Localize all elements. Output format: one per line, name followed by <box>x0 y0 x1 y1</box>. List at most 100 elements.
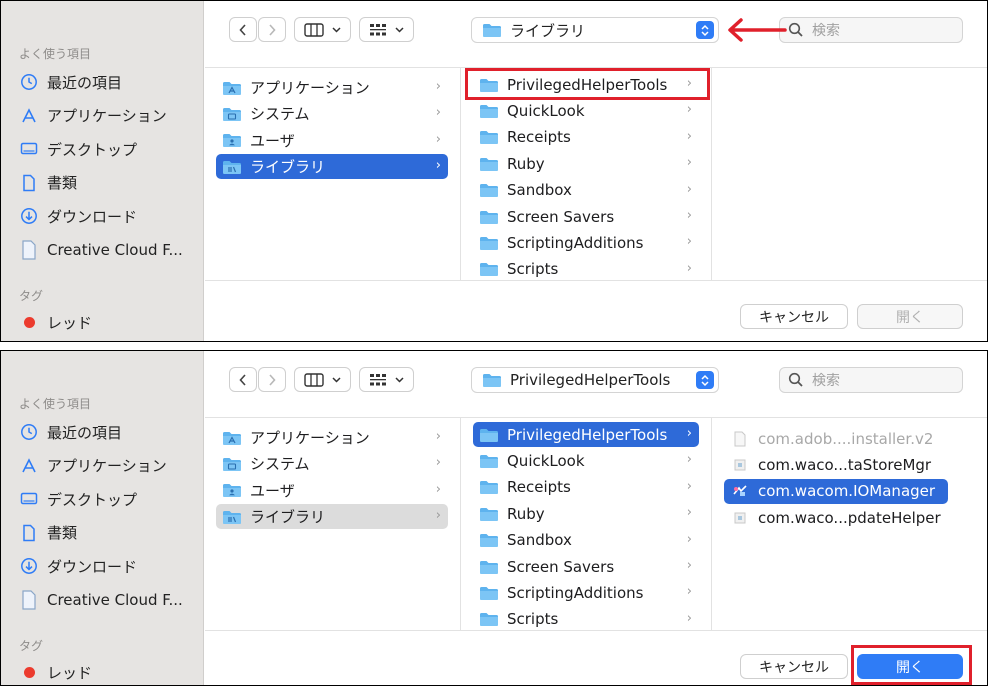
group-button[interactable] <box>359 367 414 392</box>
column-view-button[interactable] <box>294 367 351 392</box>
sidebar-item-desktop[interactable]: デスクトップ <box>19 136 137 162</box>
folder-name: PrivilegedHelperTools <box>507 75 668 94</box>
file-row[interactable]: com.adob....installer.v2 <box>724 426 948 451</box>
sidebar-tag-red[interactable]: レッド <box>19 659 92 685</box>
sidebar-item-document[interactable]: 書類 <box>19 520 77 546</box>
folder-row[interactable]: ユーザ › <box>216 128 448 153</box>
folder-row[interactable]: Scripts › <box>473 607 699 632</box>
folder-row[interactable]: ライブラリ › <box>216 154 448 180</box>
sidebar-item-file[interactable]: Creative Cloud F... <box>19 237 183 263</box>
open-button[interactable]: 開く <box>857 304 963 329</box>
chevron-right-icon: › <box>686 76 692 91</box>
folder-row[interactable]: Scripts › <box>473 257 699 282</box>
sidebar-item-clock[interactable]: 最近の項目 <box>19 69 122 95</box>
folder-row[interactable]: QuickLook › <box>473 98 699 123</box>
folder-row[interactable]: システム › <box>216 101 448 126</box>
sidebar-item-download[interactable]: ダウンロード <box>19 553 137 579</box>
columns-icon <box>304 372 324 387</box>
folder-icon <box>479 479 507 495</box>
folder-row[interactable]: Sandbox › <box>473 528 699 553</box>
sidebar-item-apps[interactable]: アプリケーション <box>19 453 167 479</box>
folder-row[interactable]: PrivilegedHelperTools › <box>473 422 699 447</box>
chevron-right-icon: › <box>686 531 692 547</box>
chevron-right-icon: › <box>686 181 692 197</box>
folder-row[interactable]: Ruby › <box>473 151 699 176</box>
column-browser: アプリケーション › システム › ユーザ › ライブラリ › PrivilegedHelper… <box>205 417 987 631</box>
folder-row[interactable]: システム › <box>216 451 448 476</box>
red-tag-icon <box>24 316 35 328</box>
file-row[interactable]: com.waco...taStoreMgr <box>724 452 948 477</box>
folder-row[interactable]: Screen Savers › <box>473 204 699 229</box>
toolbar: PrivilegedHelperTools 検索 <box>205 351 987 417</box>
chevron-right-icon: › <box>435 429 441 444</box>
sidebar-item-label: アプリケーション <box>47 107 167 126</box>
file-row[interactable]: com.waco...pdateHelper <box>724 505 948 530</box>
folder-name: アプリケーション <box>250 79 370 97</box>
chevron-right-icon: › <box>686 505 692 521</box>
folder-row[interactable]: ユーザ › <box>216 478 448 503</box>
cancel-button[interactable]: キャンセル <box>740 304 848 329</box>
chevron-right-icon: › <box>435 105 441 121</box>
folder-icon <box>479 611 507 627</box>
group-button[interactable] <box>359 17 414 42</box>
folder-row[interactable]: ライブラリ › <box>216 504 448 530</box>
folder-row[interactable]: Screen Savers › <box>473 554 699 579</box>
open-button[interactable]: 開く <box>857 654 963 679</box>
forward-button[interactable] <box>258 17 286 42</box>
chevron-right-icon <box>269 373 276 386</box>
folder-row[interactable]: Receipts › <box>473 125 699 150</box>
sidebar-item-desktop[interactable]: デスクトップ <box>19 486 137 512</box>
search-icon <box>788 372 804 388</box>
apps-icon <box>19 456 39 476</box>
path-selector[interactable]: PrivilegedHelperTools <box>471 367 719 393</box>
folder-row[interactable]: Receipts › <box>473 475 699 500</box>
path-selector[interactable]: ライブラリ <box>471 17 719 43</box>
folder-row[interactable]: ScriptingAdditions › <box>473 580 699 605</box>
chevron-right-icon: › <box>686 610 692 626</box>
folder-name: Screen Savers <box>507 207 615 226</box>
document-icon <box>19 523 39 543</box>
file-icon <box>730 431 758 447</box>
sidebar-tag-red[interactable]: レッド <box>19 309 92 335</box>
back-button[interactable] <box>229 17 257 42</box>
folder-icon <box>222 80 250 96</box>
forward-button[interactable] <box>258 367 286 392</box>
file-row[interactable]: com.wacom.IOManager <box>724 478 948 504</box>
column-library: PrivilegedHelperTools › QuickLook › Receipts… <box>461 418 712 630</box>
grid-icon <box>370 23 386 35</box>
sidebar-item-clock[interactable]: 最近の項目 <box>19 419 122 445</box>
folder-row[interactable]: アプリケーション › <box>216 425 448 450</box>
folder-row[interactable]: アプリケーション › <box>216 75 448 100</box>
sidebar-item-document[interactable]: 書類 <box>19 170 77 196</box>
folder-row[interactable]: ScriptingAdditions › <box>473 230 699 255</box>
folder-name: Sandbox <box>507 531 572 550</box>
chevron-right-icon: › <box>686 208 692 223</box>
sidebar-item-download[interactable]: ダウンロード <box>19 203 137 229</box>
sidebar-item-file[interactable]: Creative Cloud F... <box>19 587 183 613</box>
search-field[interactable]: 検索 <box>779 17 963 43</box>
columns-icon <box>304 22 324 37</box>
chevron-right-icon: › <box>686 452 692 468</box>
file-name: com.adob....installer.v2 <box>758 429 934 448</box>
search-field[interactable]: 検索 <box>779 367 963 393</box>
column-view-button[interactable] <box>294 17 351 42</box>
file-name: com.wacom.IOManager <box>758 482 936 501</box>
desktop-icon <box>19 139 39 159</box>
sidebar-item-apps[interactable]: アプリケーション <box>19 103 167 129</box>
folder-name: Screen Savers <box>507 557 615 576</box>
folder-name: Sandbox <box>507 181 572 200</box>
folder-row[interactable]: Sandbox › <box>473 178 699 203</box>
cancel-button[interactable]: キャンセル <box>740 654 848 679</box>
folder-row[interactable]: Ruby › <box>473 501 699 526</box>
folder-icon <box>479 129 507 145</box>
folder-icon <box>222 509 250 525</box>
folder-name: Ruby <box>507 154 545 173</box>
folder-row[interactable]: QuickLook › <box>473 448 699 473</box>
back-button[interactable] <box>229 367 257 392</box>
sidebar-heading-tags: タグ <box>19 639 44 653</box>
document-icon <box>19 173 39 193</box>
folder-row[interactable]: PrivilegedHelperTools › <box>473 72 699 97</box>
chevron-right-icon: › <box>686 155 692 171</box>
folder-icon <box>222 132 250 148</box>
apps-icon <box>19 106 39 126</box>
